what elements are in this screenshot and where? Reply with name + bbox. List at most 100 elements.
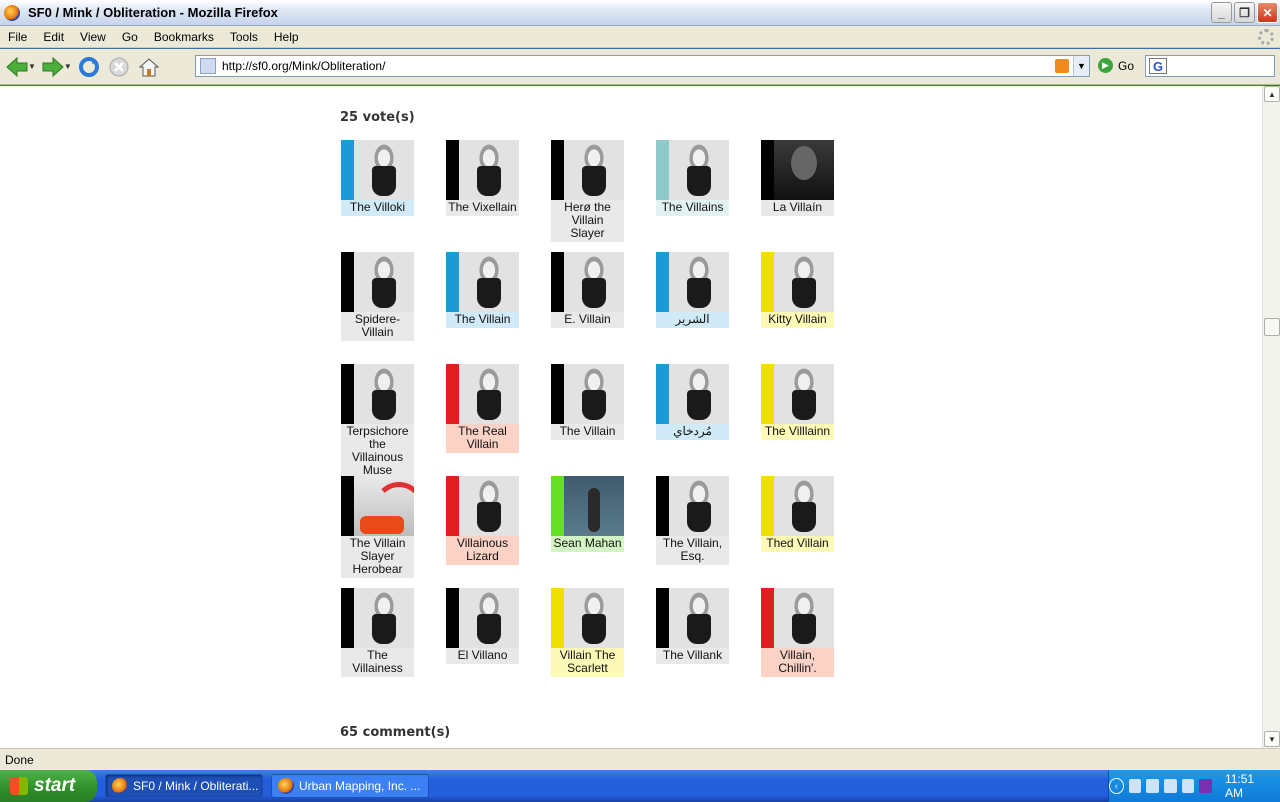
avatar[interactable] [551, 140, 624, 200]
vote-name[interactable]: The Vixellain [446, 200, 519, 216]
avatar[interactable] [656, 588, 729, 648]
vote-card[interactable]: Thed Villain [761, 476, 834, 552]
vote-card[interactable]: The Villain, Esq. [656, 476, 729, 565]
display-icon[interactable] [1163, 779, 1177, 793]
avatar[interactable] [656, 140, 729, 200]
menu-bookmarks[interactable]: Bookmarks [146, 30, 222, 44]
vote-card[interactable]: Terpsichore the Villainous Muse [341, 364, 414, 479]
vote-name[interactable]: E. Villain [551, 312, 624, 328]
avatar[interactable] [551, 588, 624, 648]
menu-edit[interactable]: Edit [35, 30, 72, 44]
taskbar-item-sf0[interactable]: SF0 / Mink / Obliterati... [105, 774, 263, 798]
avatar[interactable] [761, 588, 834, 648]
printer-icon[interactable] [1181, 779, 1195, 793]
avatar[interactable] [551, 252, 624, 312]
search-box[interactable]: G [1145, 55, 1275, 77]
vote-card[interactable]: Spidere-Villain [341, 252, 414, 341]
vote-card[interactable]: The Villainess [341, 588, 414, 677]
vote-card[interactable]: The Villank [656, 588, 729, 664]
forward-button[interactable] [40, 54, 66, 80]
avatar[interactable] [656, 252, 729, 312]
vote-name[interactable]: Villain, Chillin'. [761, 648, 834, 677]
vote-name[interactable]: Spidere-Villain [341, 312, 414, 341]
vote-card[interactable]: The Villains [656, 140, 729, 216]
vote-card[interactable]: Villain, Chillin'. [761, 588, 834, 677]
avatar[interactable] [341, 476, 414, 536]
scroll-down-arrow-icon[interactable]: ▼ [1264, 731, 1280, 747]
avatar[interactable] [341, 140, 414, 200]
avatar[interactable] [446, 252, 519, 312]
vote-name[interactable]: Kitty Villain [761, 312, 834, 328]
menu-go[interactable]: Go [114, 30, 146, 44]
back-dropdown-icon[interactable]: ▼ [28, 62, 36, 71]
reload-button[interactable] [76, 54, 102, 80]
vote-name[interactable]: The Real Villain [446, 424, 519, 453]
rss-feed-icon[interactable] [1055, 59, 1069, 73]
stop-button[interactable] [106, 54, 132, 80]
vote-name[interactable]: Terpsichore the Villainous Muse [341, 424, 414, 479]
vote-card[interactable]: The Villlainn [761, 364, 834, 440]
vote-card[interactable]: The Vixellain [446, 140, 519, 216]
vote-card[interactable]: La Villaín [761, 140, 834, 216]
avatar[interactable] [761, 476, 834, 536]
vote-card[interactable]: E. Villain [551, 252, 624, 328]
scroll-thumb[interactable] [1264, 318, 1280, 336]
avatar[interactable] [551, 476, 624, 536]
close-button[interactable]: ✕ [1257, 2, 1278, 23]
scroll-up-arrow-icon[interactable]: ▲ [1264, 86, 1280, 102]
vote-card[interactable]: الشرير [656, 252, 729, 328]
vote-card[interactable]: The Villain Slayer Herobear [341, 476, 414, 578]
forward-dropdown-icon[interactable]: ▼ [64, 62, 72, 71]
avatar[interactable] [446, 364, 519, 424]
vote-name[interactable]: The Villain [551, 424, 624, 440]
avatar[interactable] [761, 364, 834, 424]
vote-name[interactable]: The Villain Slayer Herobear [341, 536, 414, 578]
avatar[interactable] [761, 252, 834, 312]
vote-card[interactable]: The Villain [551, 364, 624, 440]
vertical-scrollbar[interactable]: ▲ ▼ [1262, 86, 1280, 748]
google-search-icon[interactable]: G [1149, 58, 1167, 74]
avatar[interactable] [341, 364, 414, 424]
back-button[interactable] [4, 54, 30, 80]
minimize-button[interactable]: _ [1211, 2, 1232, 23]
avatar[interactable] [446, 140, 519, 200]
network-icon[interactable] [1128, 779, 1142, 793]
vote-card[interactable]: The Villoki [341, 140, 414, 216]
vote-name[interactable]: The Villainess [341, 648, 414, 677]
vote-name[interactable]: Villain The Scarlett [551, 648, 624, 677]
url-input[interactable]: http://sf0.org/Mink/Obliteration/ [222, 59, 1055, 73]
restore-button[interactable]: ❐ [1234, 2, 1255, 23]
vote-name[interactable]: The Villains [656, 200, 729, 216]
vote-card[interactable]: مُردخاي [656, 364, 729, 440]
avatar[interactable] [446, 588, 519, 648]
vote-name[interactable]: La Villaín [761, 200, 834, 216]
vote-name[interactable]: The Villain [446, 312, 519, 328]
go-button[interactable]: ▶ Go [1098, 58, 1134, 73]
vote-name[interactable]: The Villlainn [761, 424, 834, 440]
network-icon-2[interactable] [1146, 779, 1159, 793]
menu-view[interactable]: View [72, 30, 114, 44]
avatar[interactable] [656, 476, 729, 536]
vote-card[interactable]: Kitty Villain [761, 252, 834, 328]
vote-name[interactable]: The Villoki [341, 200, 414, 216]
address-bar[interactable]: http://sf0.org/Mink/Obliteration/ ▼ [195, 55, 1090, 77]
vote-card[interactable]: Sean Mahan [551, 476, 624, 552]
url-history-dropdown[interactable]: ▼ [1073, 56, 1089, 76]
menu-file[interactable]: File [0, 30, 35, 44]
vote-card[interactable]: Villainous Lizard [446, 476, 519, 565]
vote-name[interactable]: Villainous Lizard [446, 536, 519, 565]
vote-name[interactable]: مُردخاي [656, 424, 729, 440]
avatar[interactable] [761, 140, 834, 200]
vote-name[interactable]: The Villain, Esq. [656, 536, 729, 565]
menu-help[interactable]: Help [266, 30, 307, 44]
avatar[interactable] [341, 252, 414, 312]
menu-tools[interactable]: Tools [222, 30, 266, 44]
home-button[interactable] [136, 54, 162, 80]
vote-name[interactable]: The Villank [656, 648, 729, 664]
vote-name[interactable]: Herø the Villain Slayer [551, 200, 624, 242]
vote-name[interactable]: El Villano [446, 648, 519, 664]
vote-name[interactable]: Thed Villain [761, 536, 834, 552]
vote-card[interactable]: Villain The Scarlett [551, 588, 624, 677]
vote-name[interactable]: Sean Mahan [551, 536, 624, 552]
avatar[interactable] [446, 476, 519, 536]
